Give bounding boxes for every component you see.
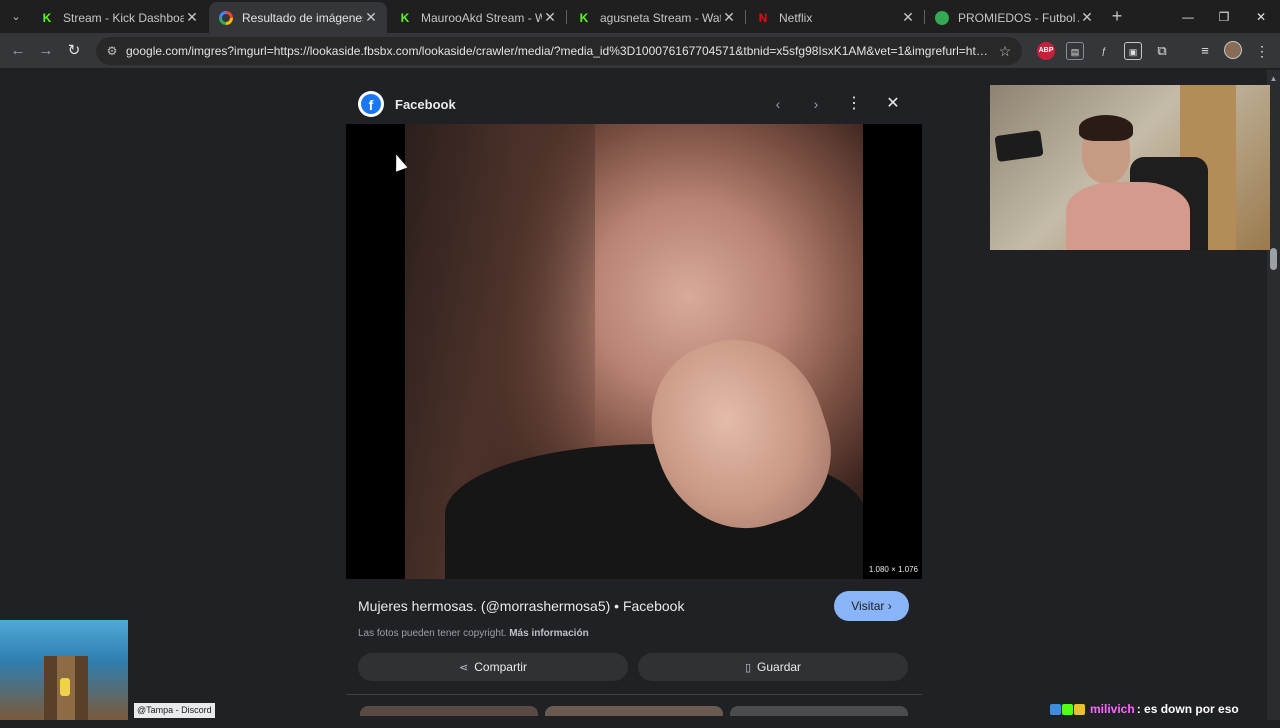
- chat-username: milivich: [1090, 702, 1135, 716]
- copyright-notice: Las fotos pueden tener copyright. Más in…: [358, 628, 589, 639]
- tab-kick-dashboard[interactable]: K Stream - Kick Dashboard ✕: [30, 2, 208, 33]
- script-icon[interactable]: ƒ: [1095, 42, 1113, 60]
- bookmark-star-icon[interactable]: ☆: [996, 42, 1014, 60]
- scrollbar-thumb[interactable]: [1270, 248, 1277, 270]
- more-info-link[interactable]: Más información: [509, 628, 588, 639]
- tab-title: Resultado de imágenes de G: [242, 10, 363, 25]
- queue-icon[interactable]: ≡: [1196, 42, 1214, 60]
- reload-icon[interactable]: ↻: [64, 41, 84, 61]
- new-tab-plus-icon[interactable]: +: [1108, 6, 1126, 26]
- adblock-plus-icon[interactable]: ABP: [1037, 42, 1055, 60]
- chat-text: : es down por eso: [1136, 702, 1239, 716]
- tab-netflix[interactable]: N Netflix ✕: [746, 2, 924, 33]
- kick-icon: K: [400, 10, 410, 25]
- tab-search-chevron-icon[interactable]: ⌄: [6, 8, 26, 26]
- tab-title: Stream - Kick Dashboard: [63, 10, 184, 25]
- preview-image-frame[interactable]: 1.080 × 1.076: [346, 124, 922, 579]
- preview-photo[interactable]: [405, 124, 863, 579]
- browser-toolbar: ← → ↻ ⚙ google.com/imgres?imgurl=https:/…: [0, 33, 1280, 69]
- related-thumbnail[interactable]: [545, 706, 723, 716]
- puzzle-icon[interactable]: ⧉: [1153, 42, 1171, 60]
- reader-icon[interactable]: ▤: [1066, 42, 1084, 60]
- game-overlay: [0, 620, 128, 720]
- visit-button[interactable]: Visitar ›: [834, 591, 909, 621]
- image-dimensions: 1.080 × 1.076: [868, 565, 918, 574]
- divider: [346, 694, 922, 695]
- close-tab-icon[interactable]: ✕: [542, 9, 558, 26]
- back-arrow-icon[interactable]: ←: [8, 41, 28, 61]
- close-tab-icon[interactable]: ✕: [184, 9, 200, 26]
- google-icon: [219, 10, 233, 25]
- tab-title: Netflix: [779, 10, 813, 25]
- chat-badges-icon: [1050, 703, 1086, 715]
- minimize-icon[interactable]: —: [1178, 8, 1198, 26]
- image-preview-panel: f Facebook ‹ › ⋮ ✕ 1.080 × 1.076 Mujeres…: [346, 78, 922, 728]
- tab-title: PROMIEDOS - Futbol Argent: [958, 10, 1079, 25]
- promiedos-icon: [935, 10, 949, 25]
- webcam-overlay: [990, 85, 1270, 250]
- share-button[interactable]: ⋖ Compartir: [358, 653, 628, 681]
- close-panel-icon[interactable]: ✕: [881, 92, 905, 116]
- restore-icon[interactable]: ❐: [1214, 8, 1234, 26]
- close-tab-icon[interactable]: ✕: [1079, 9, 1095, 26]
- tab-maurooakd-stream[interactable]: K MaurooAkd Stream - Watch ✕: [388, 2, 566, 33]
- share-icon: ⋖: [459, 661, 469, 674]
- netflix-icon: N: [758, 10, 768, 25]
- tab-title: MaurooAkd Stream - Watch: [421, 10, 542, 25]
- forward-arrow-icon[interactable]: →: [36, 41, 56, 61]
- menu-dots-icon[interactable]: ⋮: [1253, 42, 1271, 60]
- media-icon[interactable]: ▣: [1124, 42, 1142, 60]
- tab-google-images[interactable]: Resultado de imágenes de G ✕: [209, 2, 387, 33]
- copyright-text: Las fotos pueden tener copyright.: [358, 628, 507, 639]
- related-thumbnail[interactable]: [360, 706, 538, 716]
- tab-agusneta-stream[interactable]: K agusneta Stream - Watch Liv ✕: [567, 2, 745, 33]
- save-button[interactable]: ▯ Guardar: [638, 653, 908, 681]
- bookmark-icon: ▯: [744, 661, 752, 674]
- profile-avatar[interactable]: [1224, 41, 1242, 59]
- site-settings-icon[interactable]: ⚙: [104, 43, 120, 59]
- facebook-icon[interactable]: f: [358, 91, 384, 117]
- url-text[interactable]: google.com/imgres?imgurl=https://lookasi…: [126, 44, 990, 58]
- source-name[interactable]: Facebook: [395, 97, 456, 112]
- close-tab-icon[interactable]: ✕: [900, 9, 916, 26]
- tab-strip: ⌄ K Stream - Kick Dashboard ✕ Resultado …: [0, 0, 1280, 33]
- related-thumbnail[interactable]: [730, 706, 908, 716]
- image-caption[interactable]: Mujeres hermosas. (@morrashermosa5) • Fa…: [358, 598, 684, 614]
- discord-tag: @Tampa - Discord: [134, 703, 215, 718]
- next-arrow-icon[interactable]: ›: [804, 92, 828, 116]
- kick-icon: K: [579, 10, 589, 25]
- visit-label: Visitar: [851, 599, 885, 613]
- share-label: Compartir: [474, 660, 527, 674]
- tab-promiedos[interactable]: PROMIEDOS - Futbol Argent ✕: [925, 2, 1103, 33]
- window-close-icon[interactable]: ✕: [1251, 8, 1271, 26]
- address-bar[interactable]: ⚙ google.com/imgres?imgurl=https://looka…: [96, 37, 1022, 65]
- close-tab-icon[interactable]: ✕: [363, 9, 379, 26]
- more-options-icon[interactable]: ⋮: [842, 92, 866, 116]
- kick-icon: K: [42, 10, 52, 25]
- scroll-up-arrow-icon[interactable]: ▲: [1267, 74, 1280, 84]
- chat-message: milivich : es down por eso: [1050, 700, 1239, 718]
- close-tab-icon[interactable]: ✕: [721, 9, 737, 26]
- save-label: Guardar: [757, 660, 802, 674]
- source-header: f Facebook: [358, 91, 456, 117]
- tab-title: agusneta Stream - Watch Liv: [600, 10, 721, 25]
- previous-arrow-icon[interactable]: ‹: [766, 92, 790, 116]
